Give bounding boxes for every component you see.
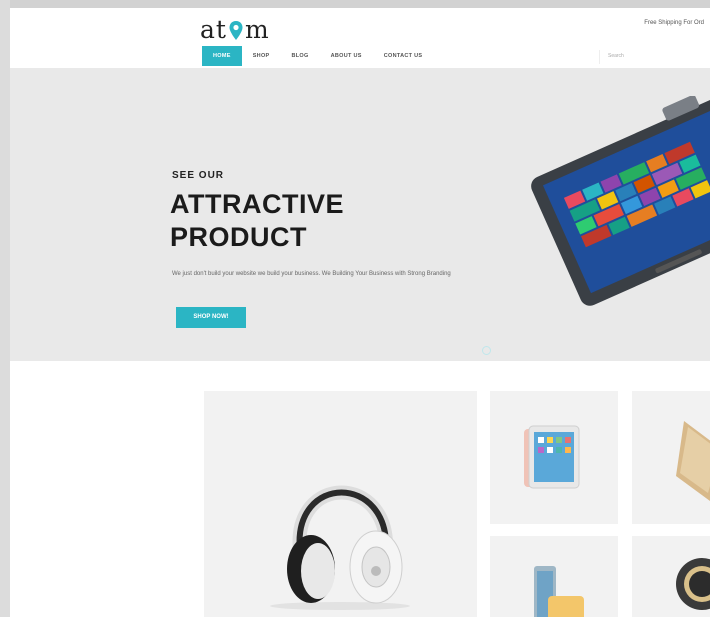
product-card-watch[interactable] bbox=[632, 536, 710, 617]
logo-text-left: at bbox=[200, 15, 227, 44]
search-input[interactable]: Search bbox=[599, 50, 710, 64]
nav-about-us[interactable]: ABOUT US bbox=[320, 46, 373, 66]
small-tablet-image bbox=[524, 425, 580, 489]
hero-headline-line2: PRODUCT bbox=[170, 222, 307, 252]
tablet-image bbox=[528, 95, 710, 306]
nav-contact-us[interactable]: CONTACT US bbox=[373, 46, 434, 66]
site-logo[interactable]: at m bbox=[200, 15, 270, 44]
products-section bbox=[10, 361, 710, 617]
web-page: at m Free Shipping For Ord HOME SHOP BLO… bbox=[10, 8, 710, 617]
shop-now-button[interactable]: SHOP NOW! bbox=[176, 307, 246, 328]
hero-banner: SEE OUR ATTRACTIVE PRODUCT We just don't… bbox=[10, 68, 710, 361]
nav-shop[interactable]: SHOP bbox=[242, 46, 281, 66]
hero-kicker: SEE OUR bbox=[172, 170, 225, 181]
frame-edge-top bbox=[0, 0, 710, 8]
product-card-laptop[interactable] bbox=[632, 391, 710, 524]
phone-image bbox=[534, 566, 584, 617]
logo-pin-icon bbox=[228, 19, 244, 41]
screenshot-frame: at m Free Shipping For Ord HOME SHOP BLO… bbox=[0, 0, 710, 617]
hero-blurb: We just don't build your website we buil… bbox=[172, 271, 451, 277]
product-card-tablet[interactable] bbox=[490, 391, 618, 524]
laptop-image bbox=[676, 421, 710, 501]
shipping-notice: Free Shipping For Ord bbox=[644, 20, 704, 26]
product-card-featured[interactable] bbox=[204, 391, 477, 617]
product-card-phone[interactable] bbox=[490, 536, 618, 617]
headphones-image bbox=[270, 485, 410, 610]
frame-edge-left bbox=[0, 0, 10, 617]
main-nav: HOME SHOP BLOG ABOUT US CONTACT US bbox=[202, 46, 433, 66]
search-placeholder: Search bbox=[608, 53, 624, 59]
watch-image bbox=[676, 558, 710, 610]
nav-blog[interactable]: BLOG bbox=[281, 46, 320, 66]
nav-home[interactable]: HOME bbox=[202, 46, 242, 66]
site-header: at m Free Shipping For Ord HOME SHOP BLO… bbox=[10, 8, 710, 68]
hero-headline: ATTRACTIVE PRODUCT bbox=[170, 188, 344, 254]
slider-dot[interactable] bbox=[482, 346, 491, 355]
hero-headline-line1: ATTRACTIVE bbox=[170, 189, 344, 219]
logo-text-right: m bbox=[244, 15, 270, 44]
